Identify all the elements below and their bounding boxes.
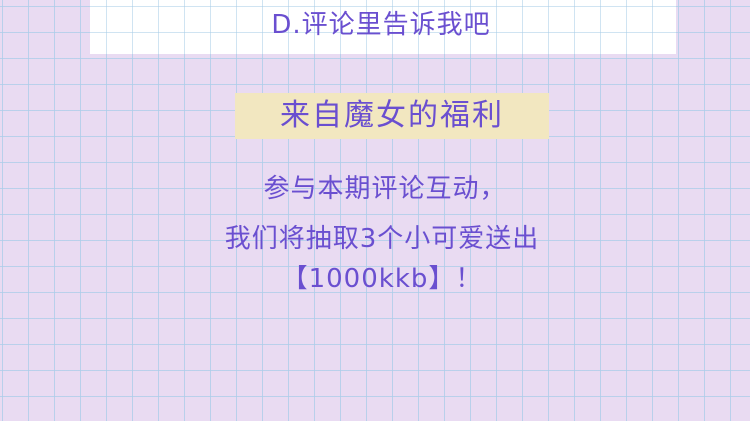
option-d-text: D.评论里告诉我吧 bbox=[271, 10, 491, 40]
option-card: D.评论里告诉我吧 bbox=[90, 0, 676, 54]
message-line-1: 参与本期评论互动， bbox=[263, 174, 507, 204]
message-line-2: 我们将抽取3个小可爱送出 bbox=[224, 224, 540, 254]
banner-title: 来自魔女的福利 bbox=[280, 98, 504, 133]
welfare-banner: 来自魔女的福利 bbox=[235, 93, 549, 139]
message-line-3: 【1000kkb】！ bbox=[281, 264, 483, 294]
